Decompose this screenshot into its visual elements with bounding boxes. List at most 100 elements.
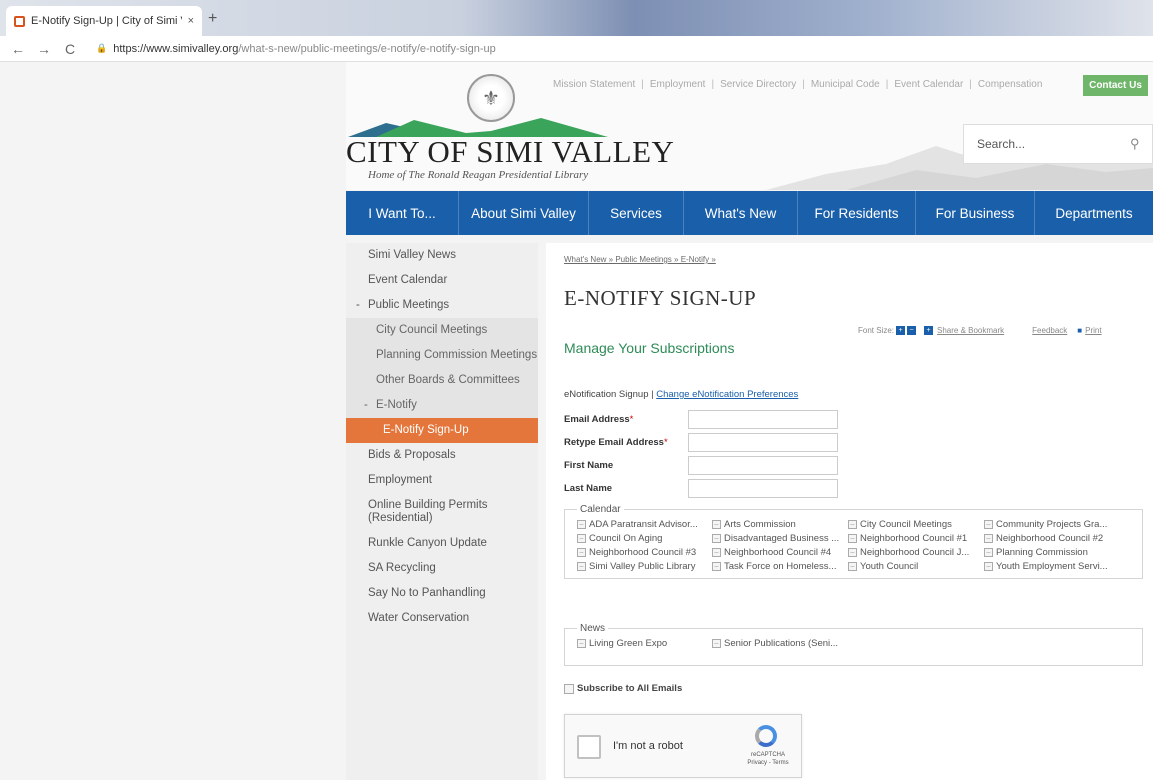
browser-toolbar: ← → C 🔒 https://www.simivalley.org/what-… [0, 36, 1153, 62]
city-seal-icon[interactable]: ⚜ [467, 74, 515, 122]
checkbox-icon[interactable]: – [984, 562, 993, 571]
share-icon[interactable]: + [924, 326, 934, 335]
address-bar[interactable]: https://www.simivalley.org/what-s-new/pu… [113, 43, 496, 55]
checkbox-icon[interactable]: – [984, 534, 993, 543]
utility-link-mission[interactable]: Mission Statement [553, 79, 635, 90]
checkbox-icon[interactable]: – [712, 548, 721, 557]
lock-icon[interactable]: 🔒 [96, 43, 107, 54]
new-tab-button[interactable]: + [208, 10, 217, 28]
font-decrease-icon[interactable]: − [907, 326, 917, 335]
sidebar-item-panhandling[interactable]: Say No to Panhandling [346, 581, 538, 606]
calendar-checkbox[interactable]: – Task Force on Homeless... [712, 561, 848, 572]
checkbox-icon[interactable]: – [712, 562, 721, 571]
checkbox-icon[interactable]: – [712, 520, 721, 529]
first-name-field[interactable] [688, 456, 838, 475]
utility-link-event-calendar[interactable]: Event Calendar [894, 79, 963, 90]
checkbox-icon[interactable]: – [848, 534, 857, 543]
sidebar-item-e-notify[interactable]: - E-Notify [346, 393, 538, 418]
calendar-checkbox[interactable]: – Neighborhood Council #1 [848, 533, 984, 544]
search-input[interactable]: Search... ⚲ [963, 124, 1153, 164]
email-field[interactable] [688, 410, 838, 429]
calendar-checkbox[interactable]: – Arts Commission [712, 519, 848, 530]
calendar-checkbox[interactable]: – Community Projects Gra... [984, 519, 1134, 530]
utility-link-employment[interactable]: Employment [650, 79, 706, 90]
checkbox-icon[interactable]: – [984, 548, 993, 557]
forward-button[interactable]: → [36, 41, 52, 57]
sidebar-item-planning-commission[interactable]: Planning Commission Meetings [346, 343, 538, 368]
calendar-checkbox[interactable]: – Planning Commission [984, 547, 1134, 558]
sidebar-item-event-calendar[interactable]: Event Calendar [346, 268, 538, 293]
calendar-checkbox[interactable]: – Disadvantaged Business ... [712, 533, 848, 544]
utility-link-compensation[interactable]: Compensation [978, 79, 1042, 90]
retype-email-field[interactable] [688, 433, 838, 452]
checkbox-label: City Council Meetings [860, 519, 952, 530]
contact-us-button[interactable]: Contact Us [1083, 75, 1148, 96]
sidebar-item-sa-recycling[interactable]: SA Recycling [346, 556, 538, 581]
site-logo-title[interactable]: CITY OF SIMI VALLEY [346, 134, 674, 170]
sidebar-item-runkle-canyon[interactable]: Runkle Canyon Update [346, 531, 538, 556]
calendar-checkbox[interactable]: – City Council Meetings [848, 519, 984, 530]
checkbox-icon[interactable]: – [712, 534, 721, 543]
font-increase-icon[interactable]: + [896, 326, 906, 335]
sidebar-item-building-permits[interactable]: Online Building Permits (Residential) [346, 493, 538, 531]
calendar-checkbox[interactable]: – Council On Aging [577, 533, 712, 544]
feedback-link[interactable]: Feedback [1032, 326, 1067, 335]
sidebar-item-news[interactable]: Simi Valley News [346, 243, 538, 268]
nav-i-want-to[interactable]: I Want To... [346, 191, 459, 235]
checkbox-icon[interactable]: – [984, 520, 993, 529]
nav-services[interactable]: Services [589, 191, 684, 235]
last-name-field[interactable] [688, 479, 838, 498]
checkbox-icon[interactable]: – [848, 562, 857, 571]
checkbox-icon[interactable]: – [848, 548, 857, 557]
checkbox-icon[interactable]: – [577, 548, 586, 557]
news-checkbox[interactable]: – Living Green Expo [577, 638, 712, 649]
nav-for-business[interactable]: For Business [916, 191, 1035, 235]
subscribe-all-checkbox[interactable]: Subscribe to All Emails [564, 683, 682, 694]
news-checkbox[interactable]: – Senior Publications (Seni... [712, 638, 848, 649]
calendar-options: – ADA Paratransit Advisor... – Arts Commis… [577, 519, 1134, 572]
checkbox-icon[interactable]: – [577, 520, 586, 529]
checkbox-icon[interactable]: – [577, 562, 586, 571]
sidebar-item-water-conservation[interactable]: Water Conservation [346, 606, 538, 631]
nav-whats-new[interactable]: What's New [684, 191, 798, 235]
breadcrumb[interactable]: What's New » Public Meetings » E-Notify … [564, 255, 716, 264]
checkbox-icon[interactable] [564, 683, 574, 694]
required-marker: * [663, 437, 668, 448]
calendar-checkbox[interactable]: – Youth Council [848, 561, 984, 572]
recaptcha-checkbox[interactable] [577, 735, 601, 759]
sidebar-item-bids[interactable]: Bids & Proposals [346, 443, 538, 468]
checkbox-icon[interactable]: – [848, 520, 857, 529]
reload-button[interactable]: C [62, 41, 78, 57]
calendar-checkbox[interactable]: – Neighborhood Council #2 [984, 533, 1134, 544]
sidebar-item-employment[interactable]: Employment [346, 468, 538, 493]
calendar-checkbox[interactable]: – Simi Valley Public Library [577, 561, 712, 572]
change-preferences-link[interactable]: Change eNotification Preferences [656, 389, 798, 400]
recaptcha-terms-link[interactable]: Privacy - Terms [747, 760, 788, 766]
calendar-legend: Calendar [580, 504, 621, 515]
calendar-checkbox[interactable]: – Neighborhood Council #4 [712, 547, 848, 558]
checkbox-icon[interactable]: – [712, 639, 721, 648]
checkbox-icon[interactable]: – [577, 534, 586, 543]
nav-departments[interactable]: Departments [1035, 191, 1153, 235]
sidebar-item-other-boards[interactable]: Other Boards & Committees [346, 368, 538, 393]
utility-link-municipal-code[interactable]: Municipal Code [811, 79, 880, 90]
calendar-checkbox[interactable]: – Neighborhood Council #3 [577, 547, 712, 558]
sidebar-item-public-meetings[interactable]: - Public Meetings [346, 293, 538, 318]
utility-link-service-directory[interactable]: Service Directory [720, 79, 796, 90]
nav-for-residents[interactable]: For Residents [798, 191, 916, 235]
back-button[interactable]: ← [10, 41, 26, 57]
close-tab-icon[interactable]: × [188, 15, 194, 27]
search-icon[interactable]: ⚲ [1130, 136, 1152, 152]
print-icon[interactable]: ■ [1077, 326, 1082, 335]
checkbox-icon[interactable]: – [577, 639, 586, 648]
calendar-checkbox[interactable]: – Neighborhood Council J... [848, 547, 984, 558]
nav-about[interactable]: About Simi Valley [459, 191, 589, 235]
calendar-checkbox[interactable]: – Youth Employment Servi... [984, 561, 1134, 572]
sidebar-item-e-notify-signup[interactable]: E-Notify Sign-Up [346, 418, 538, 443]
last-name-row: Last Name [564, 479, 854, 499]
sidebar-item-city-council[interactable]: City Council Meetings [346, 318, 538, 343]
calendar-checkbox[interactable]: – ADA Paratransit Advisor... [577, 519, 712, 530]
browser-tab[interactable]: E-Notify Sign-Up | City of Simi Va × [6, 6, 202, 36]
print-link[interactable]: Print [1085, 326, 1101, 335]
share-bookmark-link[interactable]: Share & Bookmark [937, 326, 1004, 335]
